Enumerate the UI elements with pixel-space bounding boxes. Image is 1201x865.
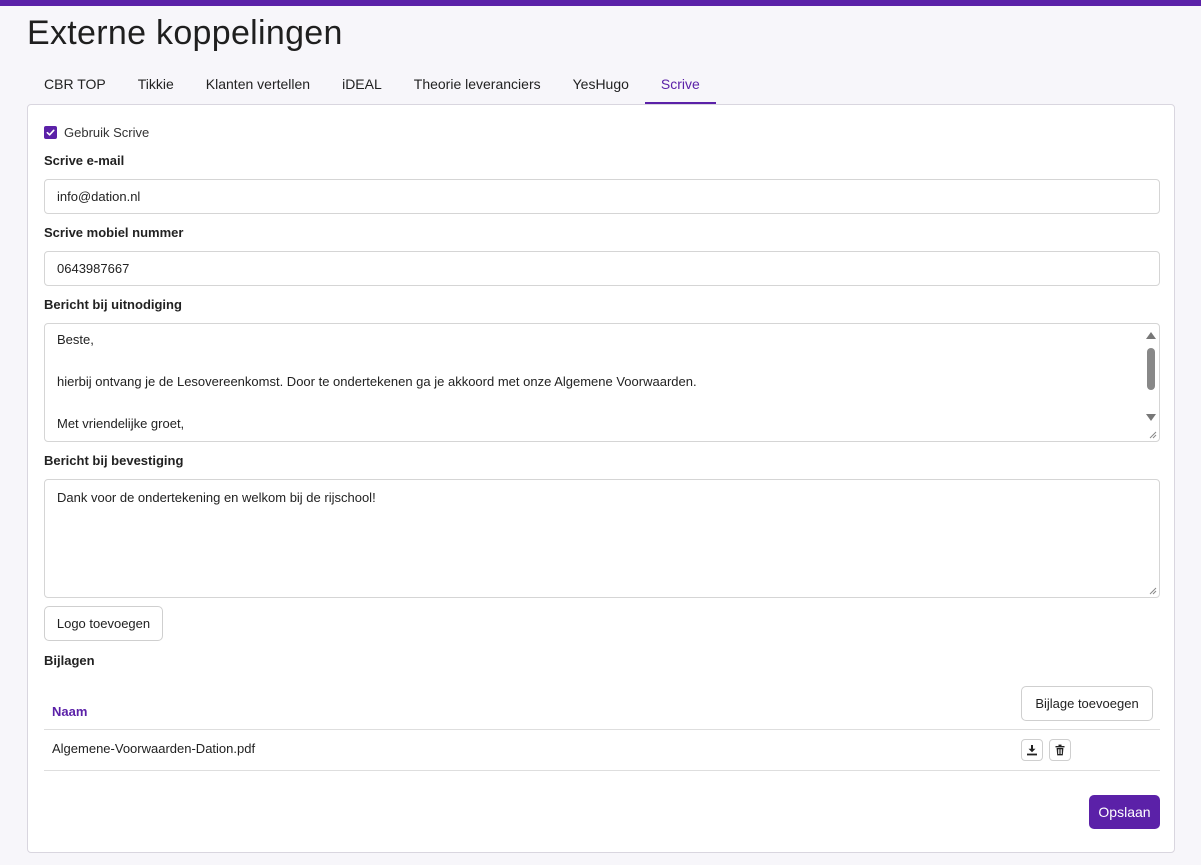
scroll-thumb[interactable] [1147, 348, 1155, 390]
check-icon [46, 129, 55, 136]
scroll-down-icon[interactable] [1146, 414, 1156, 421]
scrive-settings-panel: Gebruik Scrive Scrive e-mail info@dation… [27, 104, 1175, 853]
tab-yeshugo[interactable]: YesHugo [557, 66, 645, 103]
use-scrive-checkbox[interactable] [44, 126, 57, 139]
use-scrive-row[interactable]: Gebruik Scrive [44, 125, 149, 140]
invitation-line: Met vriendelijke groet, [57, 416, 185, 431]
table-bottom-divider [44, 770, 1160, 771]
invitation-line: Beste, [57, 332, 94, 347]
page-title: Externe koppelingen [27, 14, 343, 52]
tab-theorie-leveranciers[interactable]: Theorie leveranciers [398, 66, 557, 103]
download-icon [1027, 745, 1037, 756]
invitation-scrollbar[interactable] [1144, 326, 1157, 427]
tab-ideal[interactable]: iDEAL [326, 66, 398, 103]
attachment-file-name: Algemene-Voorwaarden-Dation.pdf [52, 741, 256, 756]
table-divider [44, 729, 1160, 730]
tab-klanten-vertellen[interactable]: Klanten vertellen [190, 66, 326, 103]
delete-attachment-button[interactable] [1049, 739, 1071, 761]
invitation-line: hierbij ontvang je de Lesovereenkomst. D… [57, 374, 697, 389]
resize-grip-icon[interactable] [1147, 429, 1157, 439]
email-label: Scrive e-mail [44, 153, 125, 168]
confirmation-message-textarea[interactable]: Dank voor de ondertekening en welkom bij… [44, 479, 1160, 598]
confirmation-label: Bericht bij bevestiging [44, 453, 184, 468]
resize-grip-icon[interactable] [1147, 585, 1157, 595]
attachments-title: Bijlagen [44, 653, 95, 668]
invitation-label: Bericht bij uitnodiging [44, 297, 182, 312]
invitation-line [57, 392, 1147, 413]
tab-tikkie[interactable]: Tikkie [122, 66, 190, 103]
use-scrive-label: Gebruik Scrive [64, 125, 150, 140]
scroll-up-icon[interactable] [1146, 332, 1156, 339]
mobile-label: Scrive mobiel nummer [44, 225, 184, 240]
add-logo-button[interactable]: Logo toevoegen [44, 606, 163, 641]
trash-icon [1055, 744, 1065, 756]
tab-scrive[interactable]: Scrive [644, 66, 716, 104]
scrive-email-field[interactable]: info@dation.nl [44, 179, 1160, 214]
tab-bar: CBR TOP Tikkie Klanten vertellen iDEAL T… [28, 66, 716, 104]
scrive-mobile-field[interactable]: 0643987667 [44, 251, 1160, 286]
add-attachment-button[interactable]: Bijlage toevoegen [1021, 686, 1153, 721]
download-attachment-button[interactable] [1021, 739, 1043, 761]
attachments-column-name: Naam [52, 704, 88, 719]
save-button[interactable]: Opslaan [1089, 795, 1160, 829]
invitation-message-textarea[interactable]: Beste, hierbij ontvang je de Lesovereenk… [44, 323, 1160, 442]
tab-cbr-top[interactable]: CBR TOP [28, 66, 122, 103]
invitation-line [57, 350, 1147, 371]
confirmation-text: Dank voor de ondertekening en welkom bij… [57, 490, 376, 505]
top-accent-bar [0, 0, 1201, 6]
